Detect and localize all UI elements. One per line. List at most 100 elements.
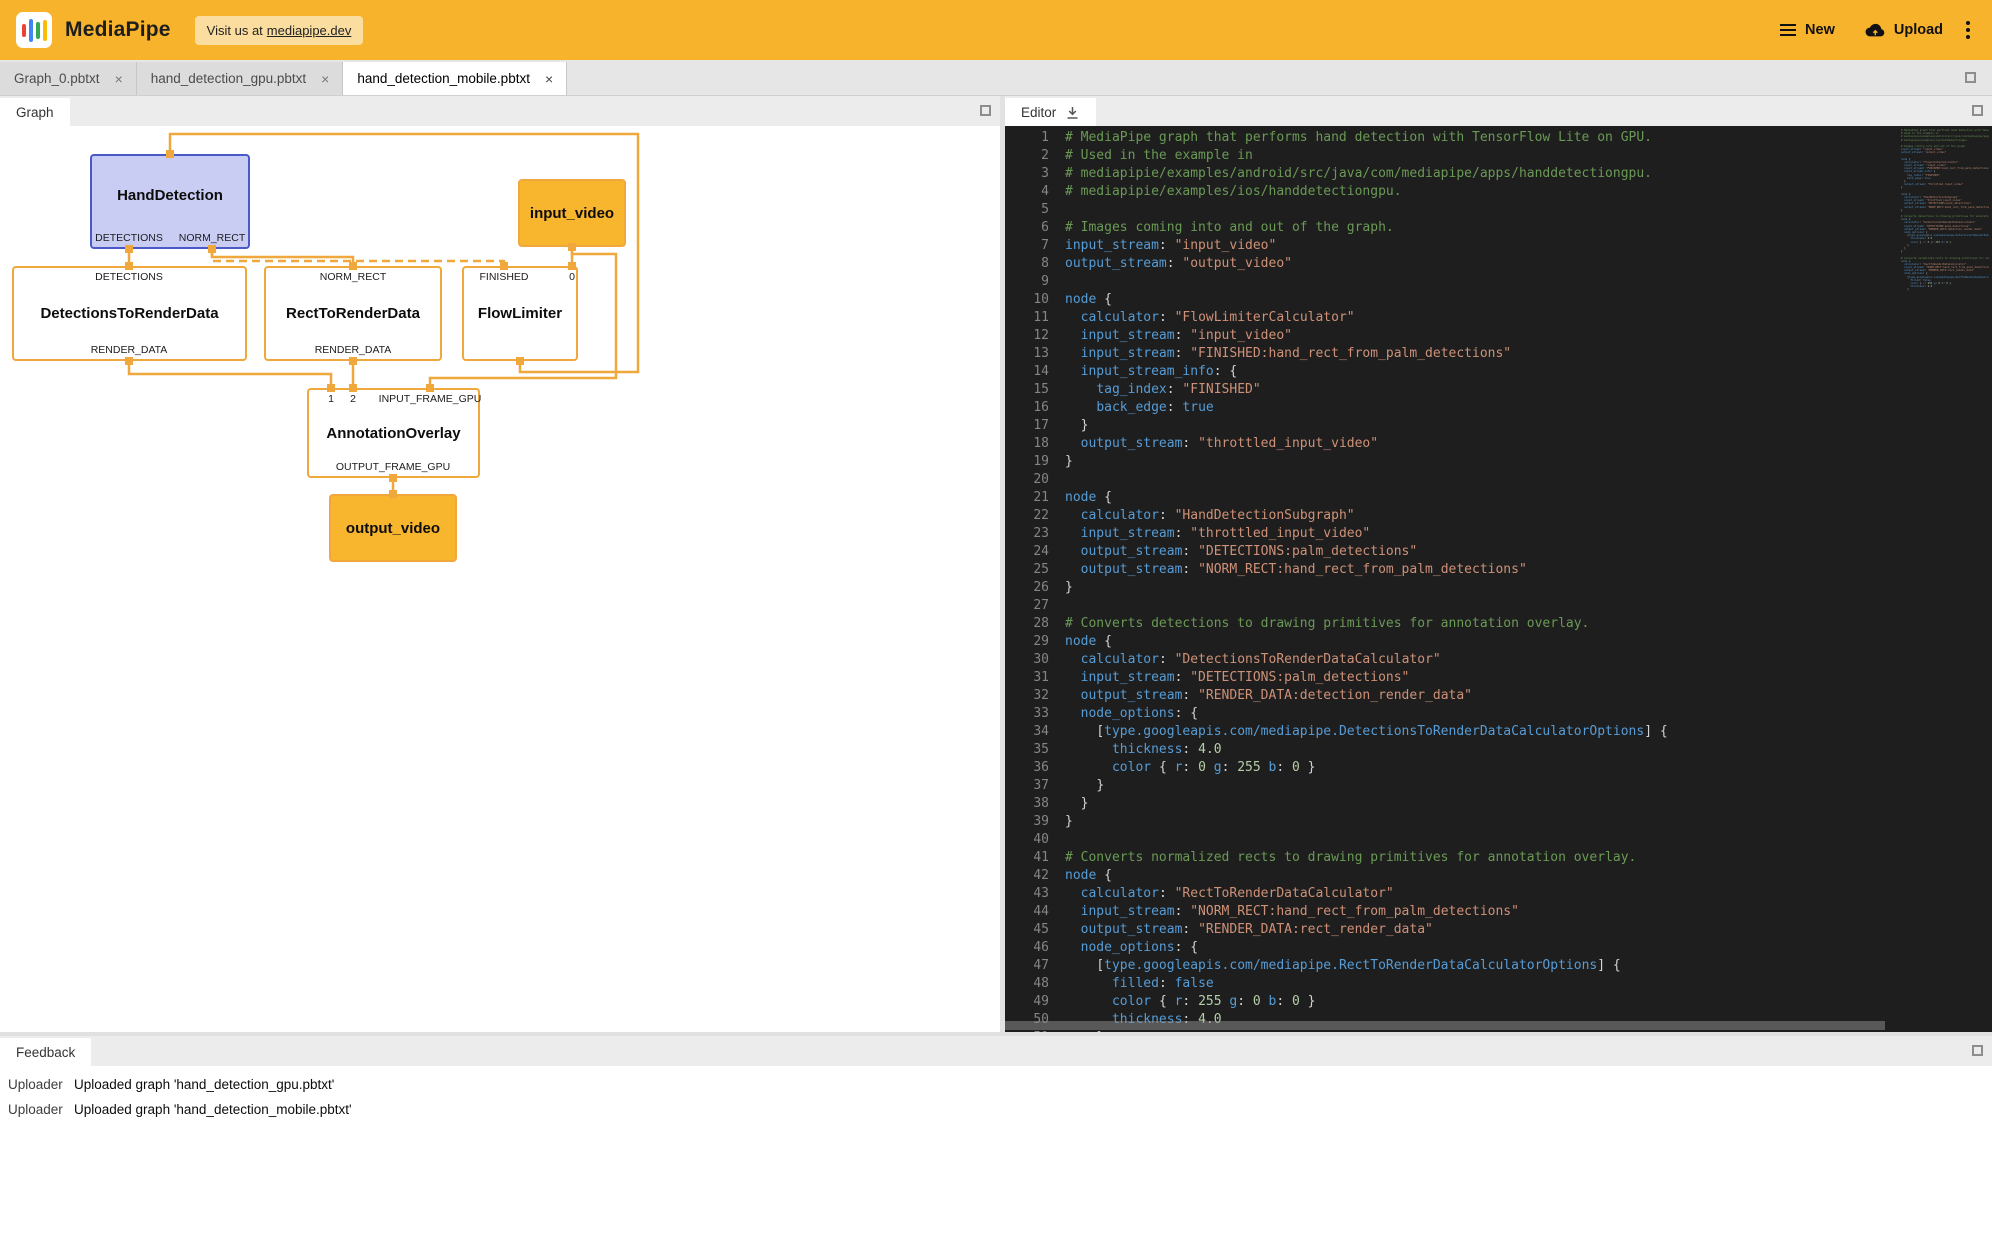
code-line[interactable]: 3# mediapipie/examples/android/src/java/…: [1005, 165, 1892, 183]
code-line[interactable]: 16 back_edge: true: [1005, 399, 1892, 417]
line-number: 22: [1005, 507, 1049, 525]
port-pin[interactable]: [349, 357, 357, 365]
code-line[interactable]: 38 }: [1005, 795, 1892, 813]
port-pin[interactable]: [426, 384, 434, 392]
port-pin[interactable]: [208, 245, 216, 253]
code-line[interactable]: 32 output_stream: "RENDER_DATA:detection…: [1005, 687, 1892, 705]
port-pin[interactable]: [389, 474, 397, 482]
code-line[interactable]: 28# Converts detections to drawing primi…: [1005, 615, 1892, 633]
code-line[interactable]: 2# Used in the example in: [1005, 147, 1892, 165]
minimap[interactable]: # MediaPipe graph that performs hand det…: [1901, 129, 1989, 292]
code-line[interactable]: 23 input_stream: "throttled_input_video": [1005, 525, 1892, 543]
kebab-menu-icon[interactable]: [1960, 15, 1976, 45]
port-pin[interactable]: [568, 262, 576, 270]
line-content: input_stream: "NORM_RECT:hand_rect_from_…: [1049, 903, 1519, 921]
file-tab-label: Graph_0.pbtxt: [14, 71, 100, 86]
code-line[interactable]: 5: [1005, 201, 1892, 219]
code-line[interactable]: 37 }: [1005, 777, 1892, 795]
code-line[interactable]: 49 color { r: 255 g: 0 b: 0 }: [1005, 993, 1892, 1011]
port-pin[interactable]: [125, 262, 133, 270]
file-tab[interactable]: Graph_0.pbtxt ×: [0, 62, 137, 95]
code-line[interactable]: 34 [type.googleapis.com/mediapipe.Detect…: [1005, 723, 1892, 741]
code-line[interactable]: 4# mediapipie/examples/ios/handdetection…: [1005, 183, 1892, 201]
code-line[interactable]: 45 output_stream: "RENDER_DATA:rect_rend…: [1005, 921, 1892, 939]
code-line[interactable]: 15 tag_index: "FINISHED": [1005, 381, 1892, 399]
tab-editor[interactable]: Editor: [1005, 98, 1096, 126]
code-line[interactable]: 42node {: [1005, 867, 1892, 885]
port-pin[interactable]: [568, 243, 576, 251]
line-number: 44: [1005, 903, 1049, 921]
file-tab[interactable]: hand_detection_gpu.pbtxt×: [137, 62, 344, 95]
panel-splitter[interactable]: [1000, 96, 1005, 1032]
code-line[interactable]: 22 calculator: "HandDetectionSubgraph": [1005, 507, 1892, 525]
download-icon[interactable]: [1065, 105, 1080, 120]
graph-node-input_video[interactable]: input_video: [518, 179, 626, 247]
code-line[interactable]: 26}: [1005, 579, 1892, 597]
horizontal-scrollbar[interactable]: [1005, 1021, 1885, 1030]
code-line[interactable]: 9: [1005, 273, 1892, 291]
feedback-splitter[interactable]: [0, 1032, 1992, 1036]
port-pin[interactable]: [166, 150, 174, 158]
file-tab[interactable]: hand_detection_mobile.pbtxt×: [343, 62, 567, 95]
code-line[interactable]: 19}: [1005, 453, 1892, 471]
upload-button[interactable]: Upload: [1852, 13, 1956, 47]
port-pin[interactable]: [516, 357, 524, 365]
port-pin[interactable]: [125, 245, 133, 253]
code-line[interactable]: 13 input_stream: "FINISHED:hand_rect_fro…: [1005, 345, 1892, 363]
code-line[interactable]: 29node {: [1005, 633, 1892, 651]
code-editor[interactable]: 1# MediaPipe graph that performs hand de…: [1005, 126, 1992, 1032]
node-port-label: NORM_RECT: [179, 232, 246, 244]
code-line[interactable]: 33 node_options: {: [1005, 705, 1892, 723]
code-line[interactable]: 11 calculator: "FlowLimiterCalculator": [1005, 309, 1892, 327]
code-line[interactable]: 30 calculator: "DetectionsToRenderDataCa…: [1005, 651, 1892, 669]
code-line[interactable]: 1# MediaPipe graph that performs hand de…: [1005, 129, 1892, 147]
maximize-icon[interactable]: [1972, 105, 1983, 116]
new-button[interactable]: New: [1767, 12, 1848, 48]
code-line[interactable]: 39}: [1005, 813, 1892, 831]
maximize-icon[interactable]: [1972, 1045, 1983, 1056]
close-tab-icon[interactable]: ×: [112, 71, 126, 87]
code-line[interactable]: 47 [type.googleapis.com/mediapipe.RectTo…: [1005, 957, 1892, 975]
code-line[interactable]: 18 output_stream: "throttled_input_video…: [1005, 435, 1892, 453]
code-line[interactable]: 46 node_options: {: [1005, 939, 1892, 957]
code-line[interactable]: 40: [1005, 831, 1892, 849]
tab-graph[interactable]: Graph: [0, 98, 70, 126]
code-line[interactable]: 21node {: [1005, 489, 1892, 507]
port-pin[interactable]: [349, 262, 357, 270]
code-line[interactable]: 17 }: [1005, 417, 1892, 435]
code-line[interactable]: 10node {: [1005, 291, 1892, 309]
code-line[interactable]: 25 output_stream: "NORM_RECT:hand_rect_f…: [1005, 561, 1892, 579]
maximize-icon[interactable]: [1965, 72, 1976, 83]
code-line[interactable]: 6# Images coming into and out of the gra…: [1005, 219, 1892, 237]
visit-link[interactable]: mediapipe.dev: [267, 23, 352, 38]
code-line[interactable]: 41# Converts normalized rects to drawing…: [1005, 849, 1892, 867]
line-content: output_stream: "NORM_RECT:hand_rect_from…: [1049, 561, 1527, 579]
code-line[interactable]: 43 calculator: "RectToRenderDataCalculat…: [1005, 885, 1892, 903]
port-pin[interactable]: [327, 384, 335, 392]
port-pin[interactable]: [349, 384, 357, 392]
graph-canvas[interactable]: HandDetectionDETECTIONSNORM_RECTinput_vi…: [0, 126, 1000, 1032]
code-line[interactable]: 14 input_stream_info: {: [1005, 363, 1892, 381]
code-line[interactable]: 48 filled: false: [1005, 975, 1892, 993]
port-pin[interactable]: [389, 490, 397, 498]
close-tab-icon[interactable]: ×: [318, 71, 332, 87]
code-line[interactable]: 44 input_stream: "NORM_RECT:hand_rect_fr…: [1005, 903, 1892, 921]
tab-feedback[interactable]: Feedback: [0, 1038, 91, 1066]
port-pin[interactable]: [125, 357, 133, 365]
code-line[interactable]: 12 input_stream: "input_video": [1005, 327, 1892, 345]
graph-node-output_video[interactable]: output_video: [329, 494, 457, 562]
maximize-icon[interactable]: [980, 105, 991, 116]
graph-tab-label: Graph: [16, 105, 54, 120]
code-line[interactable]: 35 thickness: 4.0: [1005, 741, 1892, 759]
code-line[interactable]: 7input_stream: "input_video": [1005, 237, 1892, 255]
line-number: 45: [1005, 921, 1049, 939]
code-line[interactable]: 31 input_stream: "DETECTIONS:palm_detect…: [1005, 669, 1892, 687]
line-content: node {: [1049, 291, 1112, 309]
code-line[interactable]: 24 output_stream: "DETECTIONS:palm_detec…: [1005, 543, 1892, 561]
close-tab-icon[interactable]: ×: [542, 71, 556, 87]
port-pin[interactable]: [500, 262, 508, 270]
code-line[interactable]: 27: [1005, 597, 1892, 615]
code-line[interactable]: 36 color { r: 0 g: 255 b: 0 }: [1005, 759, 1892, 777]
code-line[interactable]: 8output_stream: "output_video": [1005, 255, 1892, 273]
code-line[interactable]: 20: [1005, 471, 1892, 489]
